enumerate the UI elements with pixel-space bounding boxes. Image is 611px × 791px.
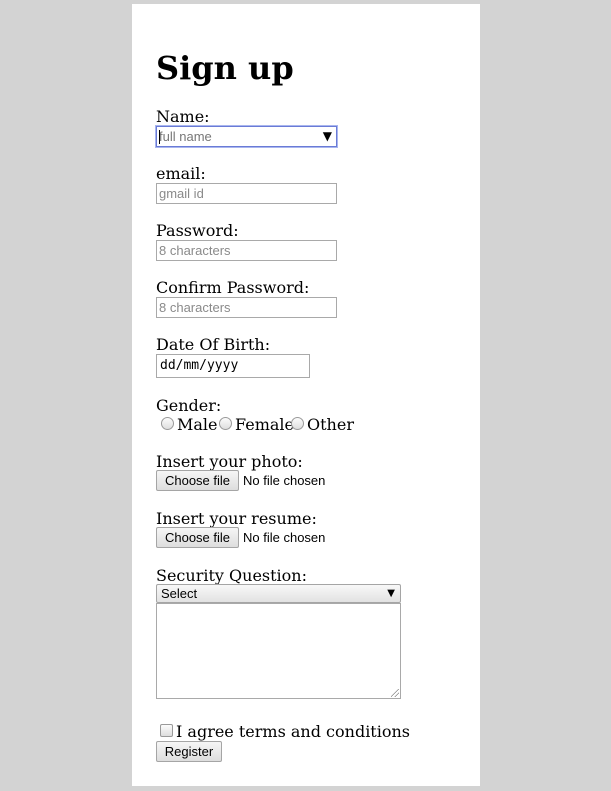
agree-label: I agree terms and conditions	[176, 722, 410, 741]
confirm-password-input[interactable]: 8 characters	[156, 297, 337, 318]
gender-other-radio[interactable]	[291, 417, 304, 430]
password-placeholder: 8 characters	[159, 243, 231, 258]
email-label: email:	[156, 164, 206, 183]
agree-checkbox[interactable]	[160, 724, 173, 737]
chevron-down-icon[interactable]: ▼	[323, 127, 332, 146]
register-button[interactable]: Register	[156, 741, 222, 762]
security-question-selected: Select	[161, 586, 198, 601]
name-input[interactable]: full name ▼	[156, 126, 337, 147]
email-input[interactable]: gmail id	[156, 183, 337, 204]
confirm-password-label: Confirm Password:	[156, 278, 310, 297]
chevron-down-icon: ▼	[387, 588, 395, 599]
page-title: Sign up	[156, 49, 294, 87]
security-question-label: Security Question:	[156, 566, 307, 585]
gender-male-radio[interactable]	[161, 417, 174, 430]
name-label: Name:	[156, 107, 210, 126]
gender-other-label: Other	[307, 415, 354, 434]
gender-male-label: Male	[177, 415, 218, 434]
dob-input[interactable]: dd/mm/yyyy	[156, 354, 310, 378]
text-caret	[159, 130, 160, 144]
resume-file-status: No file chosen	[243, 530, 326, 545]
dob-label: Date Of Birth:	[156, 335, 271, 354]
gender-female-radio[interactable]	[219, 417, 232, 430]
gender-label: Gender:	[156, 396, 222, 415]
security-answer-textarea[interactable]	[156, 603, 401, 699]
resume-label: Insert your resume:	[156, 509, 317, 528]
confirm-password-placeholder: 8 characters	[159, 300, 231, 315]
signup-card: Sign up Name: full name ▼ email: gmail i…	[132, 4, 480, 786]
email-placeholder: gmail id	[159, 186, 204, 201]
name-placeholder: full name	[159, 129, 212, 144]
photo-choose-file-button[interactable]: Choose file	[156, 470, 239, 491]
photo-label: Insert your photo:	[156, 452, 303, 471]
dob-value: dd/mm/yyyy	[160, 358, 239, 373]
security-question-select[interactable]: Select ▼	[156, 584, 401, 603]
gender-female-label: Female	[235, 415, 294, 434]
password-label: Password:	[156, 221, 239, 240]
resize-grip-icon[interactable]	[391, 689, 399, 697]
photo-file-status: No file chosen	[243, 473, 326, 488]
resume-choose-file-button[interactable]: Choose file	[156, 527, 239, 548]
password-input[interactable]: 8 characters	[156, 240, 337, 261]
